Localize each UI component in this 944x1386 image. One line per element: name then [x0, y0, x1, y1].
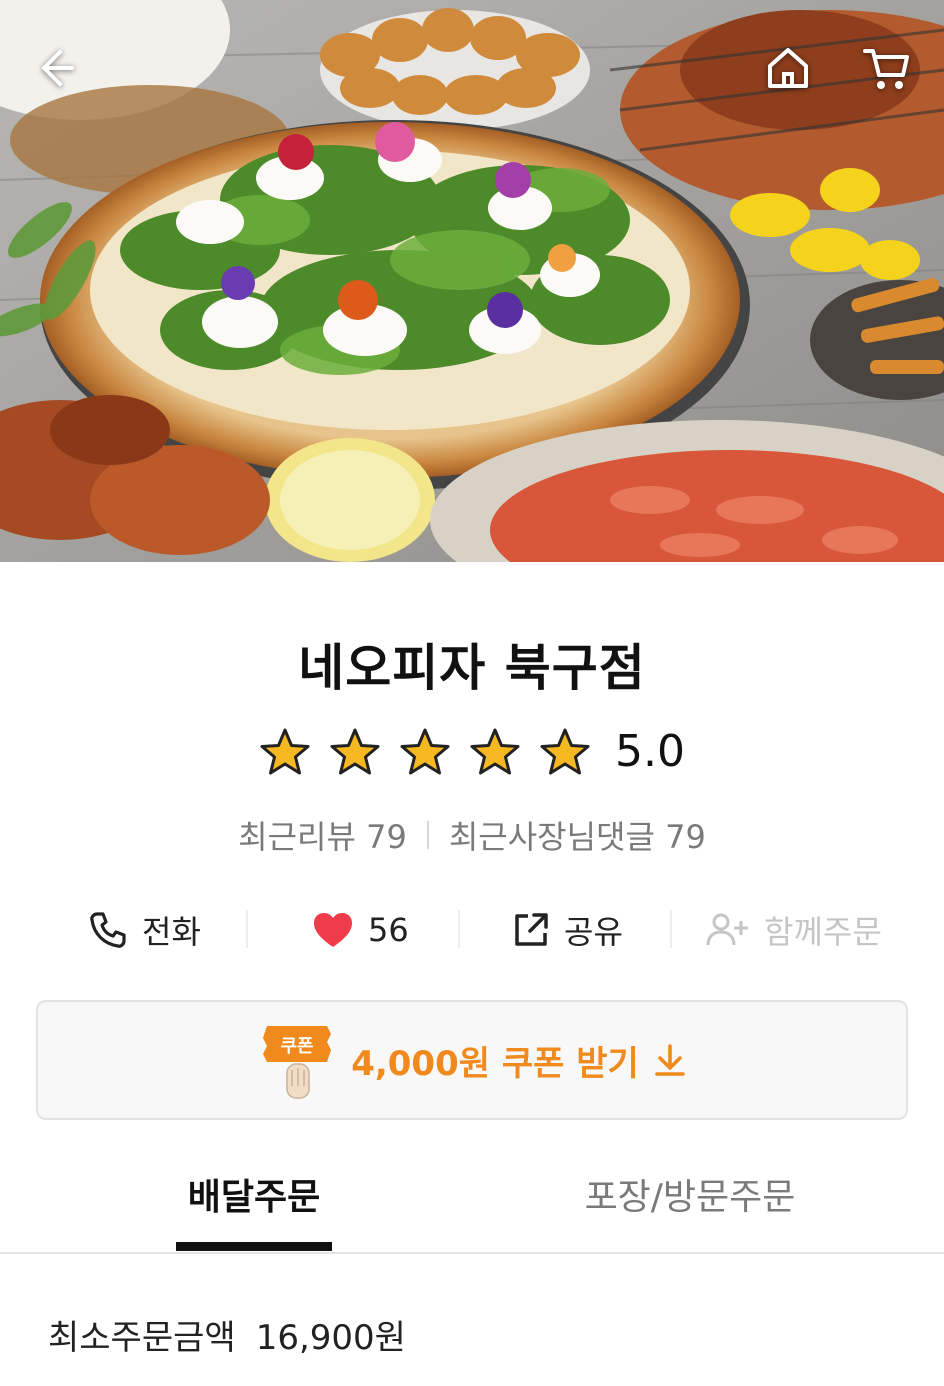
- rating-stars: [259, 727, 591, 777]
- minimum-order: 최소주문금액 16,900원: [48, 1310, 406, 1359]
- order-type-tabs: 배달주문 포장/방문주문: [0, 1168, 944, 1254]
- recent-owner-replies-link[interactable]: 최근사장님댓글 79: [449, 812, 706, 858]
- coupon-sign-icon: 쿠폰: [263, 1026, 332, 1099]
- share-icon: [515, 913, 548, 946]
- call-button[interactable]: 전화: [88, 902, 201, 958]
- divider: [246, 910, 248, 948]
- heart-icon: [314, 913, 352, 947]
- cart-button[interactable]: [856, 38, 916, 98]
- star-icon: [469, 727, 521, 777]
- coupon-text: 4,000원 쿠폰 받기: [351, 1043, 639, 1084]
- star-icon: [539, 727, 591, 777]
- star-icon: [399, 727, 451, 777]
- divider: [426, 821, 429, 849]
- add-person-icon: [706, 913, 748, 946]
- download-icon: [655, 1044, 685, 1076]
- store-name: 네오피자 북구점: [298, 639, 646, 697]
- back-arrow-icon: [42, 50, 74, 86]
- group-order-label: 함께주문: [764, 913, 882, 951]
- store-action-bar: 전화 56 공유 함께주문: [0, 902, 944, 958]
- store-hero-image: [0, 0, 944, 562]
- coupon-badge: 쿠폰: [281, 1036, 314, 1057]
- tab-delivery[interactable]: 배달주문: [176, 1168, 332, 1252]
- phone-icon: [90, 912, 126, 948]
- active-tab-indicator: [176, 1242, 332, 1251]
- divider: [670, 910, 672, 948]
- coupon-download-button[interactable]: 쿠폰 4,000원 쿠폰 받기: [36, 1000, 908, 1120]
- like-count: 56: [368, 911, 409, 949]
- group-order-button[interactable]: 함께주문: [706, 902, 882, 958]
- rating-value: 5.0: [615, 726, 685, 777]
- home-button[interactable]: [758, 38, 818, 98]
- call-label: 전화: [142, 913, 201, 951]
- like-button[interactable]: 56: [312, 902, 409, 958]
- tab-pickup[interactable]: 포장/방문주문: [560, 1168, 820, 1252]
- min-order-label: 최소주문금액: [48, 1318, 236, 1358]
- home-icon: [768, 48, 808, 88]
- recent-reviews-link[interactable]: 최근리뷰 79: [238, 812, 407, 858]
- cart-icon: [863, 49, 909, 89]
- share-button[interactable]: 공유: [512, 902, 623, 958]
- star-icon: [259, 727, 311, 777]
- back-button[interactable]: [28, 38, 88, 98]
- divider: [458, 910, 460, 948]
- review-counts: 최근리뷰 79 최근사장님댓글 79: [0, 812, 944, 858]
- rating-row[interactable]: 5.0: [0, 726, 944, 777]
- star-icon: [329, 727, 381, 777]
- share-label: 공유: [564, 913, 623, 951]
- min-order-value: 16,900원: [255, 1318, 406, 1358]
